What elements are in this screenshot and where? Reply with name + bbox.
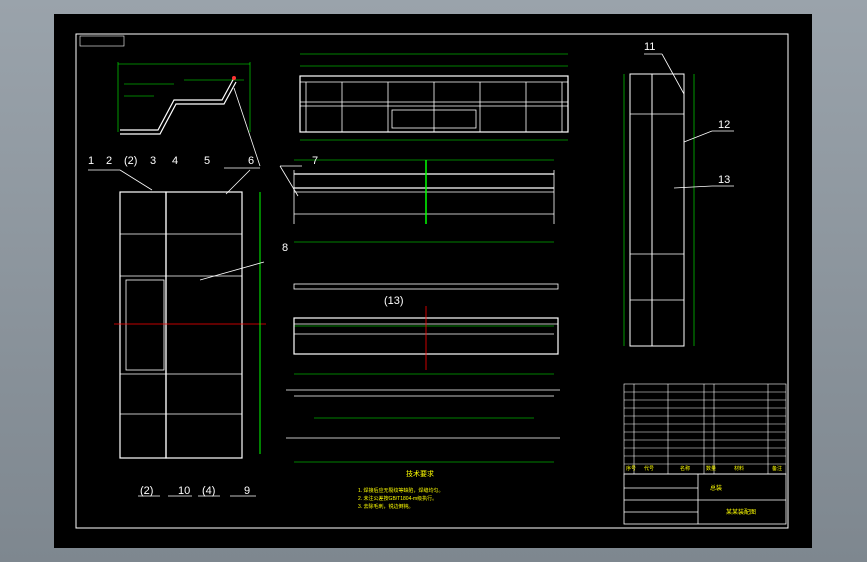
callout-6: 6: [248, 155, 254, 167]
callout-5: 5: [204, 155, 210, 167]
base-plan-view: [286, 389, 560, 463]
detail-bent-plate: [117, 62, 251, 132]
callout-13: 13: [718, 174, 730, 186]
bent-plate-profile: [120, 77, 237, 135]
callout-11: 11: [644, 41, 655, 53]
callout-3: 3: [150, 155, 156, 167]
tech-notes-title: 技术要求: [406, 469, 434, 478]
title-block: [623, 473, 787, 525]
side-elevation: [114, 191, 266, 459]
header-cell-qty: 数量: [706, 465, 716, 472]
callout-12: 12: [718, 119, 730, 131]
callout-9: 9: [244, 485, 250, 497]
header-cell-code: 代号: [644, 465, 654, 472]
tech-note-3: 3. 去除毛刺，锐边倒钝。: [358, 503, 414, 510]
header-cell-material: 材料: [734, 465, 744, 472]
tech-note-1: 1. 焊接后应无裂纹等缺陷，焊缝均匀。: [358, 487, 444, 494]
drawing-name: 某某装配图: [726, 508, 756, 516]
section-view-upper: [293, 159, 555, 243]
parts-list: [623, 383, 787, 475]
callout-4-bottom: (4): [202, 485, 215, 497]
callout-4: 4: [172, 155, 178, 167]
callout-2-paren: (2): [124, 155, 137, 167]
cad-drawing: 1 2 (2) 3 4 5 6 7 8 9 10 (2) (4) 11 12 1…: [75, 33, 789, 529]
callout-10: 10: [178, 485, 190, 497]
header-cell-name: 名称: [680, 465, 690, 472]
callout-2-bottom: (2): [140, 485, 153, 497]
callout-2: 2: [106, 155, 112, 167]
hole-mark: [232, 76, 236, 80]
callout-leaders: [88, 53, 734, 497]
section-view-lower: [293, 306, 559, 375]
header-cell-index: 序号: [626, 465, 636, 472]
corner-tag: [79, 35, 125, 47]
right-side-view: [623, 73, 695, 347]
callout-8: 8: [282, 242, 288, 254]
header-cell-remark: 备注: [772, 465, 782, 472]
flat-bar-view: [293, 283, 559, 290]
callout-13-paren: (13): [384, 295, 404, 307]
callout-1: 1: [88, 155, 94, 167]
front-elevation: [299, 53, 569, 141]
technical-notes: 技术要求 1. 焊接后应无裂纹等缺陷，焊缝均匀。 2. 未注公差按GB/T180…: [358, 469, 444, 510]
tech-note-2: 2. 未注公差按GB/T1804-m级执行。: [358, 495, 437, 502]
drawing-sheet: 1 2 (2) 3 4 5 6 7 8 9 10 (2) (4) 11 12 1…: [54, 14, 812, 548]
part-label: 总装: [710, 484, 722, 492]
callout-7: 7: [312, 155, 318, 167]
drawing-border: [75, 33, 789, 529]
